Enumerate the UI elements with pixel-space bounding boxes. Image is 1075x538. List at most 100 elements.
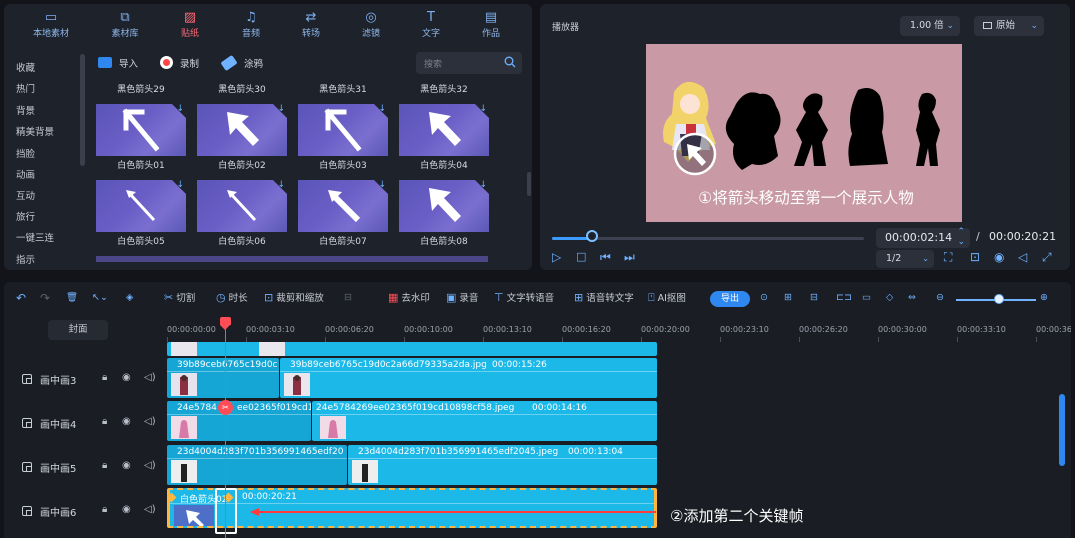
category-scrollbar[interactable] <box>80 54 85 166</box>
download-icon[interactable]: ↓ <box>277 104 285 114</box>
duration-button[interactable]: ◷ 时长 <box>216 290 248 306</box>
volume-icon[interactable]: ◁ <box>1018 250 1027 264</box>
category-item[interactable]: 动画 <box>16 167 35 181</box>
sticker-thumbnail[interactable]: ↓ <box>298 104 388 156</box>
tab-text[interactable]: T 文字 <box>402 10 460 44</box>
media-scrollbar[interactable] <box>527 172 531 196</box>
ratio-dropdown[interactable]: 原始 ⌄ <box>974 16 1044 36</box>
doodle-button[interactable]: 涂鸦 <box>220 54 263 74</box>
tts-button[interactable]: ⊤ 文字转语音 <box>494 290 554 306</box>
category-item[interactable]: 背景 <box>16 103 35 117</box>
import-button[interactable]: 导入 <box>98 56 138 74</box>
category-item[interactable]: 互动 <box>16 188 35 202</box>
video-preview[interactable]: ①将箭头移动至第一个展示人物 <box>646 44 962 222</box>
zoom-in-icon[interactable]: ⊕ <box>1040 290 1048 306</box>
fit-icon[interactable]: ⛶ <box>944 250 952 265</box>
disabled-tool-icon[interactable]: ⊟ <box>344 290 352 306</box>
lock-icon[interactable]: 🔒︎ <box>102 416 107 427</box>
cut-button[interactable]: ✂ 切割 <box>164 290 195 306</box>
playhead[interactable] <box>225 320 226 538</box>
play-icon[interactable]: ▷ <box>552 250 561 264</box>
progress-handle[interactable] <box>586 230 598 242</box>
time-stepper-icon[interactable]: ⌃ ⌄ <box>957 227 965 247</box>
download-icon[interactable]: ↓ <box>479 104 487 114</box>
speaker-icon[interactable]: ◁) <box>144 460 156 471</box>
lock-icon[interactable]: 🔒︎ <box>102 504 107 515</box>
record-audio-button[interactable]: ▣ 录音 <box>446 290 478 306</box>
category-item[interactable]: 挡脸 <box>16 146 35 160</box>
sticker-thumbnail[interactable]: ↓ <box>197 104 287 156</box>
sticker-thumbnail[interactable]: ↓ <box>96 104 186 156</box>
current-time-input[interactable]: 00:00:02:14 ⌃ ⌄ <box>876 227 970 248</box>
eye-icon[interactable]: ◉ <box>122 460 131 471</box>
time-ruler[interactable]: 00:00:00:00 00:00:03:10 00:00:06:20 00:0… <box>167 316 1071 342</box>
category-item[interactable]: 热门 <box>16 81 35 95</box>
sticker-thumbnail[interactable]: ↓ <box>197 180 287 232</box>
eye-icon[interactable]: ◉ <box>122 504 131 515</box>
split-icon[interactable]: ⊞ <box>784 290 792 306</box>
shield-icon[interactable]: ◇ <box>886 290 893 306</box>
watermark-button[interactable]: ▦ 去水印 <box>388 290 430 306</box>
tab-media-library[interactable]: ⧉ 素材库 <box>96 10 154 44</box>
prev-frame-icon[interactable]: ⏮ <box>600 250 611 265</box>
fit-timeline-icon[interactable]: ⇔ <box>908 290 916 306</box>
category-item[interactable]: 一键三连 <box>16 230 54 244</box>
timeline-clip[interactable] <box>167 342 657 356</box>
timeline-clip[interactable]: 23d4004d283f701b356991465edf20 <box>167 445 347 485</box>
eye-icon[interactable]: ◉ <box>122 372 131 383</box>
playhead-handle[interactable] <box>220 317 231 330</box>
quality-dropdown[interactable]: 1/2 ⌄ <box>876 250 934 268</box>
lock-icon[interactable]: 🔒︎ <box>102 460 107 471</box>
download-icon[interactable]: ↓ <box>277 180 285 190</box>
tab-stickers[interactable]: ▨ 贴纸 <box>161 10 219 44</box>
redo-icon[interactable]: ↷ <box>40 290 50 306</box>
select-tool-icon[interactable]: ↖⌄ <box>92 290 108 306</box>
freeze-icon[interactable]: ⊙ <box>760 290 768 306</box>
speaker-icon[interactable]: ◁) <box>144 416 156 427</box>
columns-icon[interactable]: ⊏⊐ <box>836 290 852 306</box>
mirror-icon[interactable]: ▭ <box>862 290 871 306</box>
lock-icon[interactable]: 🔒︎ <box>102 372 107 383</box>
sticker-thumbnail[interactable]: ↓ <box>399 104 489 156</box>
category-item[interactable]: 指示 <box>16 252 35 266</box>
timeline-clip[interactable]: 23d4004d283f701b356991465edf2045.jpeg 00… <box>348 445 657 485</box>
zoom-out-icon[interactable]: ⊖ <box>936 290 944 306</box>
timeline-clip[interactable]: 39b89ceb6765c19d0c <box>167 358 279 398</box>
download-icon[interactable]: ↓ <box>176 104 184 114</box>
stt-button[interactable]: ⊞ 语音转文字 <box>574 290 634 306</box>
cover-button[interactable]: 封面 <box>48 320 108 340</box>
fullscreen-icon[interactable]: ⤢ <box>1042 250 1052 265</box>
timeline-scrollbar[interactable] <box>1059 394 1065 466</box>
tab-transition[interactable]: ⇄ 转场 <box>282 10 340 44</box>
tab-audio[interactable]: ♫ 音频 <box>222 10 280 44</box>
download-icon[interactable]: ↓ <box>176 180 184 190</box>
delete-icon[interactable]: 🗑 <box>66 290 78 306</box>
next-frame-icon[interactable]: ⏭ <box>624 250 635 265</box>
grid-icon[interactable]: ⊟ <box>810 290 818 306</box>
download-icon[interactable]: ↓ <box>479 180 487 190</box>
tab-local-media[interactable]: ▭ 本地素材 <box>22 10 80 44</box>
search-icon[interactable] <box>504 56 516 68</box>
sticker-thumbnail[interactable]: ↓ <box>298 180 388 232</box>
playback-progress[interactable] <box>552 237 864 240</box>
category-item[interactable]: 收藏 <box>16 60 35 74</box>
speaker-icon[interactable]: ◁) <box>144 504 156 515</box>
camera-icon[interactable]: ◉ <box>994 250 1004 264</box>
category-item[interactable]: 旅行 <box>16 209 35 223</box>
undo-icon[interactable]: ↶ <box>16 290 26 306</box>
tab-works[interactable]: ▤ 作品 <box>462 10 520 44</box>
crop-icon[interactable]: ⊡ <box>970 250 980 264</box>
sticker-thumbnail[interactable]: ↓ <box>96 180 186 232</box>
keyframe-icon[interactable]: ◈ <box>126 290 133 306</box>
crop-zoom-button[interactable]: ⊡ 裁剪和缩放 <box>264 290 324 306</box>
export-button[interactable]: 导出 <box>710 291 750 307</box>
sticker-thumbnail[interactable]: ↓ <box>399 180 489 232</box>
record-button[interactable]: 录制 <box>160 56 199 74</box>
speaker-icon[interactable]: ◁) <box>144 372 156 383</box>
category-item[interactable]: 精美背景 <box>16 124 54 138</box>
timeline-clip[interactable]: 24e5784 ee02365f019cd1 <box>167 401 311 441</box>
keyframe-marker[interactable] <box>170 492 177 503</box>
download-icon[interactable]: ↓ <box>378 104 386 114</box>
timeline-clip[interactable]: 24e5784269ee02365f019cd10898cf58.jpeg 00… <box>312 401 657 441</box>
stop-icon[interactable]: □ <box>576 250 586 263</box>
